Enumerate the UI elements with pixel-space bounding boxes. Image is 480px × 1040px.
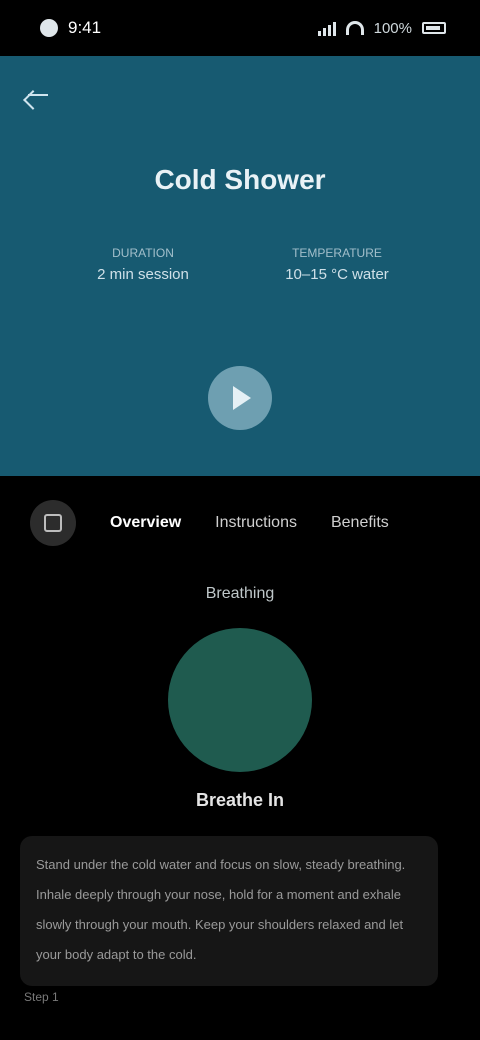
tab-overview[interactable]: Overview bbox=[110, 514, 181, 532]
wifi-icon bbox=[345, 21, 364, 35]
stat-label: TEMPERATURE bbox=[292, 246, 382, 260]
section-title: Breathing bbox=[205, 585, 275, 602]
status-time: 9:41 bbox=[68, 18, 102, 37]
battery-level: 100% bbox=[373, 19, 412, 37]
back-arrow-icon[interactable] bbox=[24, 82, 50, 108]
breathing-label: Breathe In bbox=[195, 790, 285, 810]
tab-instructions[interactable]: Instructions bbox=[215, 514, 297, 532]
stat-value: 2 min session bbox=[97, 266, 189, 283]
step-label: Step 1 bbox=[24, 990, 59, 1004]
stat-label: DURATION bbox=[112, 246, 174, 260]
hero-banner: Cold Shower DURATION 2 min session TEMPE… bbox=[0, 56, 480, 476]
signal-icon bbox=[317, 20, 336, 36]
notification-icon bbox=[40, 19, 58, 37]
description-text: Stand under the cold water and focus on … bbox=[36, 857, 406, 962]
page-title: Cold Shower bbox=[154, 164, 326, 195]
battery-icon bbox=[422, 22, 446, 34]
stat-duration: DURATION 2 min session bbox=[58, 246, 228, 283]
description-card: Stand under the cold water and focus on … bbox=[20, 836, 438, 986]
play-button[interactable] bbox=[208, 366, 272, 430]
tab-bar: Overview Instructions Benefits bbox=[0, 490, 480, 556]
stat-temperature: TEMPERATURE 10–15 °C water bbox=[252, 246, 422, 283]
play-icon bbox=[233, 386, 251, 410]
status-bar: 9:41 100% bbox=[0, 0, 480, 56]
tab-benefits[interactable]: Benefits bbox=[331, 514, 389, 532]
menu-icon[interactable] bbox=[30, 500, 76, 546]
breathing-circle bbox=[168, 628, 312, 772]
stat-value: 10–15 °C water bbox=[285, 266, 389, 283]
